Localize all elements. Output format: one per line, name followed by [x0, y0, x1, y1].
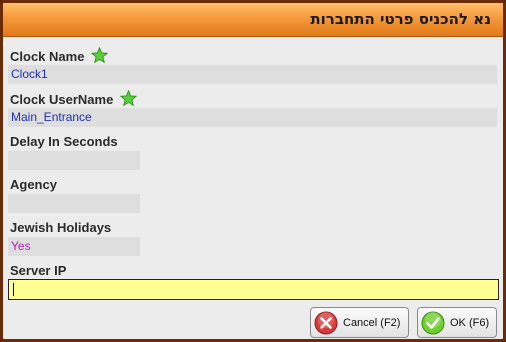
clock-name-label-row: Clock Name: [10, 47, 109, 64]
dialog-title: נא להכניס פרטי התחברות: [310, 10, 491, 28]
cancel-button-label: Cancel (F2): [343, 316, 401, 329]
form-body: Clock Name Clock1 Clock UserName Main_En…: [3, 37, 503, 339]
cancel-button[interactable]: Cancel (F2): [310, 307, 409, 338]
jewish-holidays-label: Jewish Holidays: [10, 220, 112, 235]
delay-field[interactable]: [8, 151, 140, 170]
clock-name-label: Clock Name: [10, 49, 85, 64]
clock-name-field[interactable]: Clock1: [8, 65, 497, 84]
ok-check-icon: [421, 311, 445, 334]
required-star-icon: [119, 90, 137, 107]
ok-button-label: OK (F6): [450, 316, 490, 329]
jewish-holidays-field[interactable]: Yes: [8, 237, 140, 256]
title-bar[interactable]: נא להכניס פרטי התחברות: [3, 3, 503, 37]
cancel-x-icon: [314, 311, 338, 334]
required-star-icon: [91, 47, 109, 64]
text-caret: [13, 283, 14, 296]
clock-username-label: Clock UserName: [10, 92, 114, 107]
ok-button[interactable]: OK (F6): [417, 307, 497, 338]
login-dialog: נא להכניס פרטי התחברות Clock Name Clock1…: [0, 0, 506, 342]
server-ip-label: Server IP: [10, 263, 67, 278]
clock-username-field[interactable]: Main_Entrance: [8, 108, 497, 127]
clock-username-label-row: Clock UserName: [10, 90, 137, 107]
server-ip-input[interactable]: [8, 279, 499, 300]
agency-field[interactable]: [8, 194, 140, 213]
agency-label: Agency: [10, 177, 57, 192]
delay-label: Delay In Seconds: [10, 134, 118, 149]
